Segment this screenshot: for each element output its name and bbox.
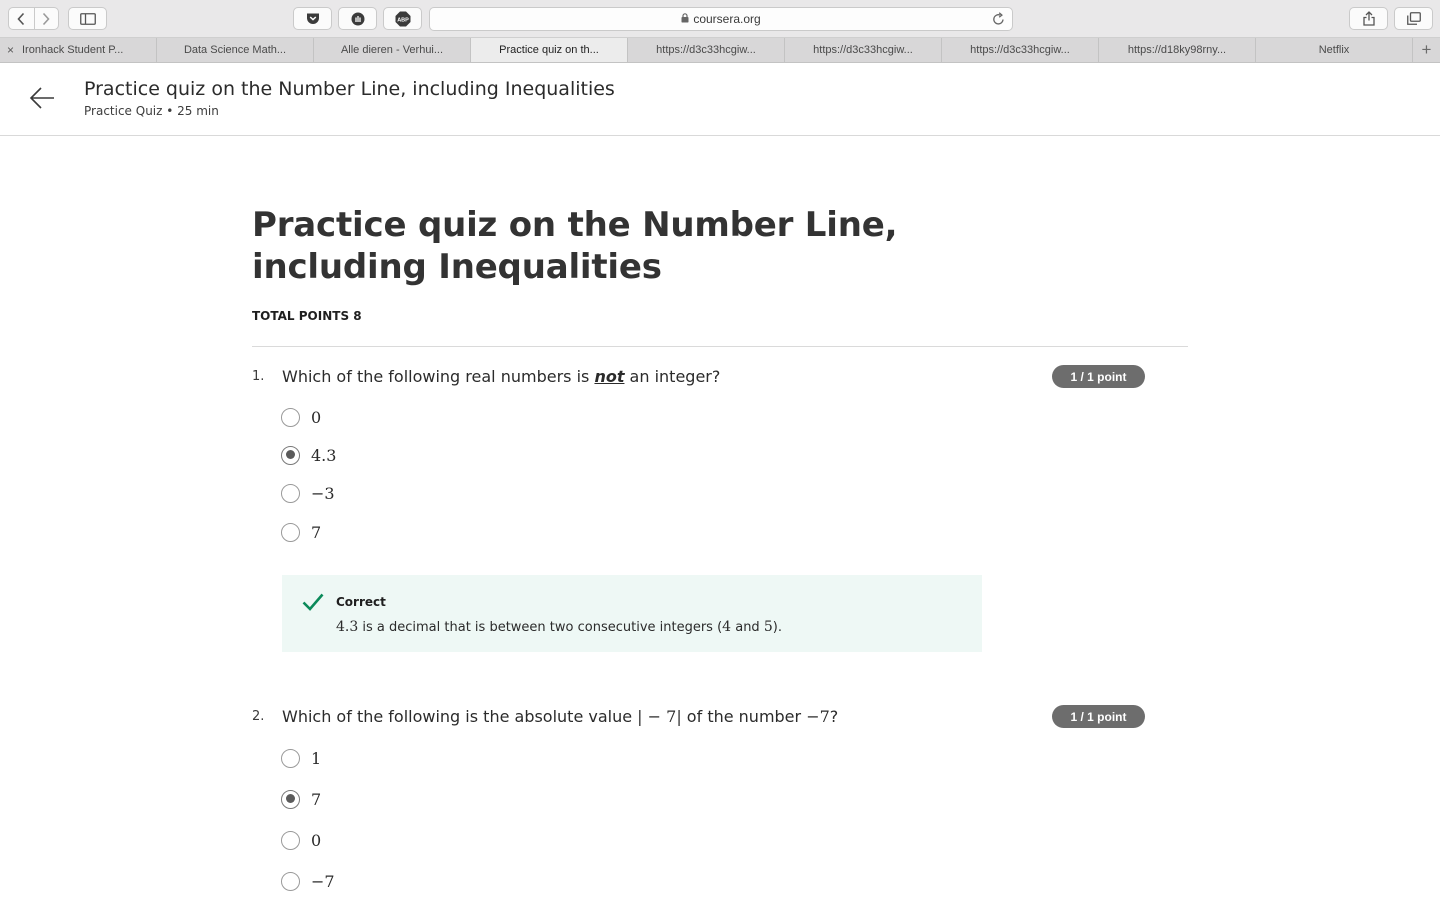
browser-tab[interactable]: https://d18ky98rny...: [1099, 38, 1256, 62]
question-text: Which of the following real numbers is n…: [282, 367, 720, 386]
header-title: Practice quiz on the Number Line, includ…: [84, 78, 615, 100]
question-text: Which of the following is the absolute v…: [282, 707, 838, 726]
feedback-math: 4: [722, 619, 732, 635]
answer-option[interactable]: 0: [281, 406, 321, 428]
question-text-part: Which of the following is the absolute v…: [282, 707, 638, 726]
option-label: 4.3: [311, 445, 337, 465]
feedback-text-part: and: [731, 620, 764, 635]
forward-icon[interactable]: [33, 8, 59, 29]
score-badge: 1 / 1 point: [1052, 365, 1145, 388]
nav-buttons: [8, 7, 59, 30]
address-bar[interactable]: coursera.org: [429, 7, 1013, 31]
back-icon[interactable]: [9, 8, 34, 29]
radio-button[interactable]: [281, 522, 300, 542]
answer-option[interactable]: 7: [281, 788, 321, 810]
adblock-label: ABP: [397, 17, 409, 23]
browser-tab[interactable]: https://d3c33hcgiw...: [628, 38, 785, 62]
score-badge: 1 / 1 point: [1052, 705, 1145, 728]
tab-label: Alle dieren - Verhui...: [340, 44, 444, 56]
question-math: | − 7|: [637, 707, 682, 726]
feedback-text: 4.3 is a decimal that is between two con…: [336, 619, 782, 635]
radio-button-selected[interactable]: [281, 445, 300, 465]
feedback-math: 5: [763, 619, 773, 635]
reload-icon[interactable]: [992, 12, 1005, 29]
question-text-part: of the number: [681, 707, 807, 726]
tab-label: Data Science Math...: [183, 44, 287, 56]
radio-button[interactable]: [281, 871, 300, 891]
url-text: coursera.org: [693, 12, 761, 26]
question-math: −7: [806, 707, 830, 726]
pocket-icon[interactable]: [293, 7, 332, 30]
option-label: 0: [311, 407, 322, 427]
new-tab-icon[interactable]: +: [1413, 38, 1440, 62]
answer-option[interactable]: 0: [281, 829, 321, 851]
option-label: 7: [311, 522, 322, 542]
radio-button[interactable]: [281, 748, 300, 768]
tab-bar: × Ironhack Student P... Data Science Mat…: [0, 38, 1440, 63]
feedback-status: Correct: [336, 595, 386, 609]
feedback-box: Correct 4.3 is a decimal that is between…: [282, 575, 982, 652]
divider: [252, 346, 1188, 347]
extension-icon[interactable]: [338, 7, 377, 30]
share-icon[interactable]: [1349, 7, 1388, 30]
page-title: Practice quiz on the Number Line, includ…: [252, 205, 898, 287]
question-text-part: ?: [829, 707, 839, 726]
feedback-math: 4.3: [336, 619, 359, 635]
question-emphasis: not: [594, 367, 625, 386]
browser-tab-active[interactable]: Practice quiz on th...: [471, 38, 628, 62]
option-label: −3: [311, 483, 335, 503]
lock-icon: [681, 12, 689, 26]
browser-tab[interactable]: Netflix: [1256, 38, 1413, 62]
option-label: 7: [311, 789, 322, 809]
option-label: −7: [311, 871, 335, 891]
adblock-icon[interactable]: ABP: [383, 7, 422, 30]
radio-button-selected[interactable]: [281, 789, 300, 809]
browser-tab[interactable]: https://d3c33hcgiw...: [942, 38, 1099, 62]
tab-label: Netflix: [1318, 44, 1350, 56]
tab-label: Practice quiz on th...: [499, 44, 599, 56]
radio-button[interactable]: [281, 830, 300, 850]
browser-toolbar: ABP coursera.org: [0, 0, 1440, 38]
tabs-overview-icon[interactable]: [1394, 7, 1433, 30]
radio-button[interactable]: [281, 407, 300, 427]
option-label: 1: [311, 748, 322, 768]
course-header: Practice quiz on the Number Line, includ…: [0, 63, 1440, 136]
option-label: 0: [311, 830, 322, 850]
radio-button[interactable]: [281, 483, 300, 503]
answer-option[interactable]: −7: [281, 870, 335, 892]
checkmark-icon: [302, 592, 324, 617]
header-subtitle: Practice Quiz • 25 min: [84, 104, 219, 118]
browser-tab[interactable]: Data Science Math...: [157, 38, 314, 62]
tab-label: https://d3c33hcgiw...: [656, 44, 756, 56]
tab-label: https://d3c33hcgiw...: [970, 44, 1070, 56]
browser-tab[interactable]: × Ironhack Student P...: [0, 38, 157, 62]
tab-label: Ironhack Student P...: [22, 44, 124, 56]
browser-tab[interactable]: Alle dieren - Verhui...: [314, 38, 471, 62]
answer-option[interactable]: 4.3: [281, 444, 336, 466]
tab-label: https://d18ky98rny...: [1127, 44, 1227, 56]
answer-option[interactable]: −3: [281, 482, 335, 504]
sidebar-icon[interactable]: [68, 7, 107, 30]
browser-tab[interactable]: https://d3c33hcgiw...: [785, 38, 942, 62]
back-arrow-icon[interactable]: [28, 84, 56, 112]
question-number: 2.: [252, 709, 265, 724]
answer-option[interactable]: 1: [281, 747, 321, 769]
question-text-part: an integer?: [624, 367, 721, 386]
answer-option[interactable]: 7: [281, 521, 321, 543]
total-points: TOTAL POINTS 8: [252, 309, 362, 323]
close-icon[interactable]: ×: [7, 44, 14, 56]
feedback-text-part: is a decimal that is between two consecu…: [358, 620, 723, 635]
tab-label: https://d3c33hcgiw...: [813, 44, 913, 56]
question-text-part: Which of the following real numbers is: [282, 367, 595, 386]
question-number: 1.: [252, 369, 265, 384]
feedback-text-part: ).: [772, 620, 782, 635]
